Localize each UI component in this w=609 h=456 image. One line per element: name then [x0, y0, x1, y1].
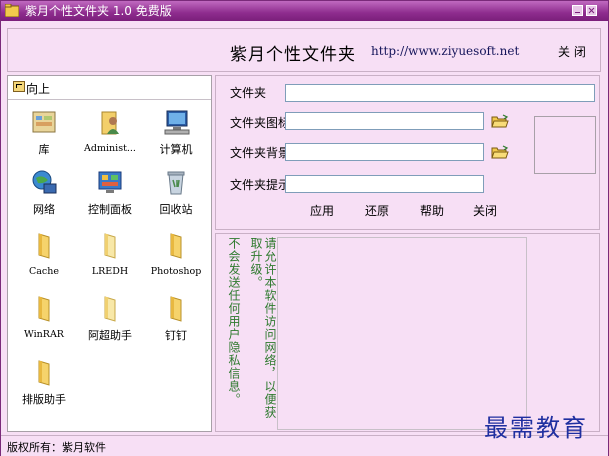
browser-item-label: WinRAR — [24, 329, 64, 340]
browser-item-label: 库 — [38, 143, 50, 156]
apply-button[interactable]: 应用 — [310, 202, 334, 219]
notice-side-area — [527, 237, 597, 430]
notice-line-1: 请允许本软件访问网络，以便获取升级。 — [249, 237, 277, 419]
app-title: 紫月个性文件夹 — [230, 45, 356, 65]
network-icon — [32, 170, 57, 194]
title-bar[interactable]: 紫月个性文件夹 1.0 免费版 — [1, 1, 608, 21]
folder-icon — [38, 233, 50, 259]
browser-item-label: 排版助手 — [22, 393, 66, 406]
library-icon — [32, 111, 56, 133]
notice-panel: 请允许本软件访问网络，以便获取升级。 不会发送任何用户隐私信息。 — [215, 233, 600, 432]
browser-item-label: 阿超助手 — [88, 329, 132, 342]
folder-tip-label: 文件夹提示 — [230, 178, 291, 192]
browser-item-label: 钉钉 — [165, 329, 187, 342]
browser-item-label: 回收站 — [159, 203, 193, 216]
copyright-text: 版权所有：紫月软件 — [7, 441, 106, 454]
folder-icon — [104, 233, 116, 259]
browser-item-label: 计算机 — [159, 143, 193, 156]
close-window-button[interactable] — [586, 5, 597, 16]
browser-item-label: LREDH — [91, 266, 129, 277]
browser-item-computer[interactable]: 计算机 — [143, 108, 209, 164]
minimize-button[interactable] — [572, 5, 583, 16]
folder-icon — [170, 296, 182, 322]
browser-item-achao[interactable]: 阿超助手 — [77, 294, 143, 350]
browser-item-recycle-bin[interactable]: 回收站 — [143, 168, 209, 224]
window-title: 紫月个性文件夹 1.0 免费版 — [25, 4, 172, 18]
folder-browser: 向上 库 Administ... 计算机 网络 控制面板 回收站 Cache L… — [7, 75, 212, 432]
computer-icon — [164, 110, 190, 135]
restore-button[interactable]: 还原 — [365, 202, 389, 219]
folder-icon — [38, 360, 50, 386]
folder-background-input[interactable] — [285, 143, 484, 161]
settings-panel: 文件夹 文件夹图标 文件夹背景 文件夹提示 应用 还原 帮助 关闭 — [215, 75, 600, 230]
folder-icon-label: 文件夹图标 — [230, 116, 291, 130]
browser-item-label: Photoshop — [150, 266, 202, 277]
browser-item-lredh[interactable]: LREDH — [77, 231, 143, 287]
folder-icon — [104, 296, 116, 322]
notice-line-2: 不会发送任何用户隐私信息。 — [227, 237, 241, 406]
help-button[interactable]: 帮助 — [420, 202, 444, 219]
folder-icon — [38, 296, 50, 322]
browser-item-network[interactable]: 网络 — [11, 168, 77, 224]
browser-item-cache[interactable]: Cache — [11, 231, 77, 287]
header-panel: 紫月个性文件夹 http://www.ziyuesoft.net 关 闭 — [7, 28, 601, 72]
browser-item-label: Administ... — [84, 143, 136, 154]
up-button[interactable]: 向上 — [8, 76, 211, 100]
browse-icon-folder-icon[interactable] — [491, 114, 509, 128]
header-close-button[interactable]: 关 闭 — [558, 43, 586, 60]
recycle-bin-icon — [167, 171, 185, 195]
notice-text-area[interactable] — [277, 237, 527, 430]
close-button[interactable]: 关闭 — [473, 202, 497, 219]
browser-item-control-panel[interactable]: 控制面板 — [77, 168, 143, 224]
folder-icon — [170, 233, 182, 259]
folder-icon-input[interactable] — [285, 112, 484, 130]
icon-preview — [534, 116, 596, 174]
folder-up-icon — [13, 81, 25, 92]
folder-input[interactable] — [285, 84, 595, 102]
up-label: 向上 — [26, 82, 51, 96]
browser-item-label: 控制面板 — [88, 203, 132, 216]
app-icon — [5, 4, 19, 17]
main-window: 紫月个性文件夹 1.0 免费版 紫月个性文件夹 http://www.ziyue… — [0, 0, 609, 456]
browser-item-label: Cache — [29, 266, 59, 277]
folder-tip-input[interactable] — [285, 175, 484, 193]
folder-background-label: 文件夹背景 — [230, 146, 291, 160]
browser-item-administrator[interactable]: Administ... — [77, 108, 143, 164]
browser-item-dingding[interactable]: 钉钉 — [143, 294, 209, 350]
browser-item-paiban[interactable]: 排版助手 — [11, 358, 77, 414]
browser-item-winrar[interactable]: WinRAR — [11, 294, 77, 350]
watermark: 最需教育 — [484, 414, 588, 442]
browser-item-library[interactable]: 库 — [11, 108, 77, 164]
user-folder-icon — [101, 111, 119, 135]
browser-item-photoshop[interactable]: Photoshop — [143, 231, 209, 287]
browser-item-label: 网络 — [33, 203, 55, 216]
browse-background-folder-icon[interactable] — [491, 145, 509, 159]
website-link[interactable]: http://www.ziyuesoft.net — [371, 44, 519, 58]
folder-label: 文件夹 — [230, 86, 267, 100]
control-panel-icon — [98, 171, 122, 193]
